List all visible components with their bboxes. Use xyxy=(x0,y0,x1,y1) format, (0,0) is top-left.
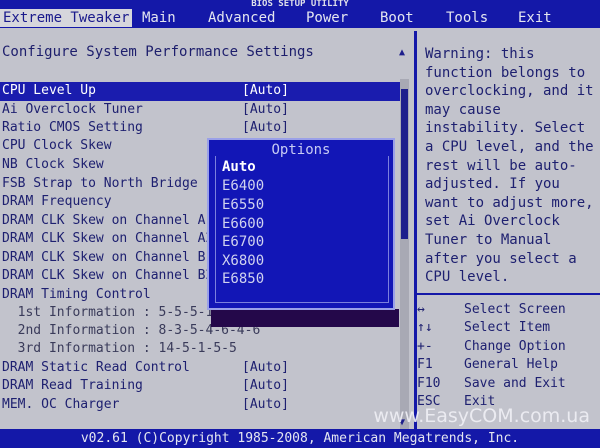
setting-row-dram-frequency[interactable]: DRAM Frequency xyxy=(2,193,112,211)
key-description: Select Item xyxy=(464,320,551,335)
setting-value[interactable]: [Auto] xyxy=(242,359,289,377)
scrollbar-thumb[interactable] xyxy=(401,89,408,239)
help-panel: Warning: this function belongs to overcl… xyxy=(417,31,600,429)
menu-bar: Extreme Tweaker Main Advanced Power Boot… xyxy=(0,8,600,28)
setting-row-dram-clk-skew-b2[interactable]: DRAM CLK Skew on Channel B2 xyxy=(2,267,213,285)
info-text: 3rd Information : 14-5-1-5-5 xyxy=(2,341,237,356)
option-e6550[interactable]: E6550 xyxy=(222,197,264,213)
key-description: Change Option xyxy=(464,339,566,354)
setting-label: CPU Level Up xyxy=(2,83,96,98)
tab-extreme-tweaker[interactable]: Extreme Tweaker xyxy=(0,9,133,27)
setting-label: NB Clock Skew xyxy=(2,157,104,172)
key-plus-minus: +- xyxy=(417,339,433,354)
setting-row-cpu-level-up[interactable]: CPU Level Up [Auto] xyxy=(2,82,289,100)
setting-label: DRAM CLK Skew on Channel A2 xyxy=(2,231,214,246)
tab-power[interactable]: Power xyxy=(306,9,348,27)
setting-row-dram-static-read[interactable]: DRAM Static Read Control [Auto] xyxy=(2,359,289,377)
setting-row-ratio-cmos[interactable]: Ratio CMOS Setting [Auto] xyxy=(2,119,289,137)
setting-row-mem-oc-charger[interactable]: MEM. OC Charger [Auto] xyxy=(2,396,289,414)
setting-label: CPU Clock Skew xyxy=(2,138,112,153)
key-description: Save and Exit xyxy=(464,376,566,391)
setting-row-ai-overclock-tuner[interactable]: Ai Overclock Tuner [Auto] xyxy=(2,101,289,119)
setting-row-dram-clk-skew-a1[interactable]: DRAM CLK Skew on Channel A1 xyxy=(2,212,213,230)
option-e6600[interactable]: E6600 xyxy=(222,216,264,232)
page-title: Configure System Performance Settings xyxy=(2,44,314,60)
setting-value[interactable]: [Auto] xyxy=(242,396,289,414)
setting-label: DRAM CLK Skew on Channel B2 xyxy=(2,268,214,283)
info-row-3rd: 3rd Information : 14-5-1-5-5 xyxy=(2,340,237,358)
setting-label: DRAM Read Training xyxy=(2,378,143,393)
option-x6800[interactable]: X6800 xyxy=(222,253,264,269)
help-separator xyxy=(417,293,600,295)
popup-shadow xyxy=(211,309,399,327)
setting-label: DRAM CLK Skew on Channel A1 xyxy=(2,213,214,228)
setting-label: DRAM Static Read Control xyxy=(2,360,190,375)
window-title: BIOS SETUP UTILITY xyxy=(0,0,600,8)
scroll-up-arrow-icon[interactable]: ▲ xyxy=(399,47,405,58)
setting-label: DRAM Frequency xyxy=(2,194,112,209)
options-popup: Options Auto E6400 E6550 E6600 E6700 X68… xyxy=(207,138,395,310)
copyright-footer: v02.61 (C)Copyright 1985-2008, American … xyxy=(0,429,600,448)
setting-row-dram-clk-skew-a2[interactable]: DRAM CLK Skew on Channel A2 xyxy=(2,230,213,248)
key-f1: F1 xyxy=(417,357,433,372)
setting-label: MEM. OC Charger xyxy=(2,397,120,412)
setting-value[interactable]: [Auto] xyxy=(242,119,289,137)
watermark: www.EasyCOM.com.ua xyxy=(373,405,590,427)
setting-row-dram-timing-control[interactable]: DRAM Timing Control xyxy=(2,286,151,304)
option-auto[interactable]: Auto xyxy=(222,159,256,175)
key-description: General Help xyxy=(464,357,558,372)
setting-label: Ratio CMOS Setting xyxy=(2,120,143,135)
setting-value[interactable]: [Auto] xyxy=(242,101,289,119)
setting-row-dram-clk-skew-b1[interactable]: DRAM CLK Skew on Channel B1 xyxy=(2,249,213,267)
option-e6700[interactable]: E6700 xyxy=(222,234,264,250)
setting-label: DRAM Timing Control xyxy=(2,287,151,302)
setting-label: FSB Strap to North Bridge xyxy=(2,176,198,191)
tab-tools[interactable]: Tools xyxy=(446,9,488,27)
key-description: Select Screen xyxy=(464,302,566,317)
help-description: Warning: this function belongs to overcl… xyxy=(425,46,594,286)
setting-value[interactable]: [Auto] xyxy=(242,82,289,100)
key-arrows-lr-icon: ↔ xyxy=(417,302,425,317)
tab-exit[interactable]: Exit xyxy=(518,9,552,27)
setting-label: Ai Overclock Tuner xyxy=(2,102,143,117)
key-arrows-ud-icon: ↑↓ xyxy=(417,320,433,335)
key-f10: F10 xyxy=(417,376,441,391)
setting-row-dram-read-training[interactable]: DRAM Read Training [Auto] xyxy=(2,377,289,395)
setting-row-fsb-strap[interactable]: FSB Strap to North Bridge xyxy=(2,175,198,193)
setting-row-cpu-clock-skew[interactable]: CPU Clock Skew xyxy=(2,137,112,155)
setting-label: DRAM CLK Skew on Channel B1 xyxy=(2,250,214,265)
option-e6850[interactable]: E6850 xyxy=(222,271,264,287)
tab-main[interactable]: Main xyxy=(142,9,176,27)
tab-advanced[interactable]: Advanced xyxy=(208,9,275,27)
setting-value[interactable]: [Auto] xyxy=(242,377,289,395)
tab-boot[interactable]: Boot xyxy=(380,9,414,27)
option-e6400[interactable]: E6400 xyxy=(222,178,264,194)
setting-row-nb-clock-skew[interactable]: NB Clock Skew xyxy=(2,156,104,174)
